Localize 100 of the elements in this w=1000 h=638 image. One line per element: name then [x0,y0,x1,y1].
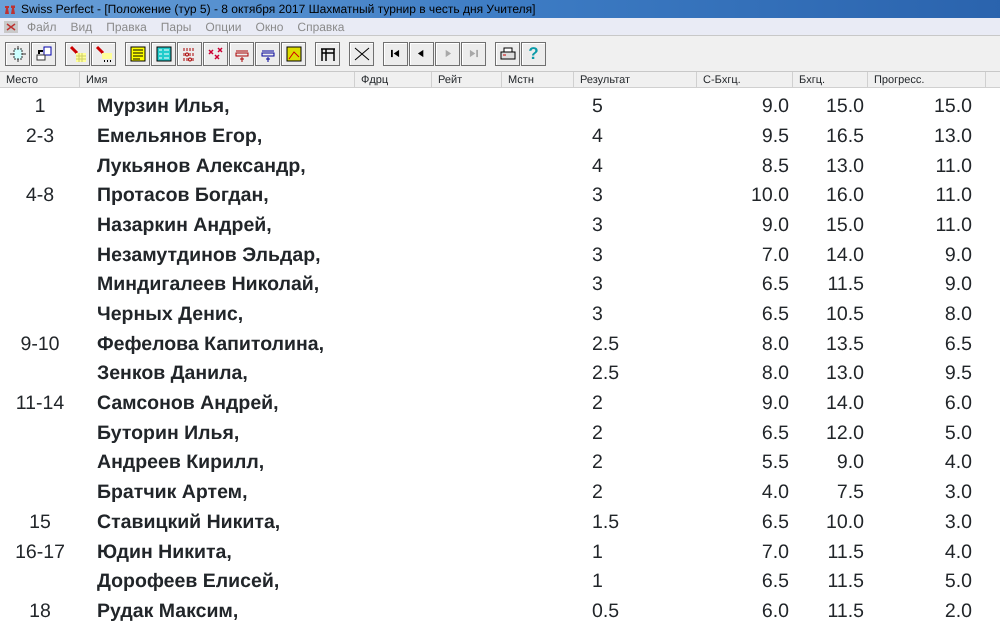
progress-cell: 11.0 [935,184,972,206]
sonneborn-berger-cell: 7.0 [762,540,789,563]
buchholz-cell: 13.0 [826,362,864,384]
place-cell: 9-10 [20,332,60,355]
sonneborn-berger-cell: 4.0 [762,481,789,504]
filter-more-button[interactable] [91,42,116,66]
list-button[interactable] [125,42,150,66]
result-cell: 1 [592,540,603,563]
buchholz-cell: 10.5 [826,303,864,326]
sonneborn-berger-cell: 6.5 [762,570,789,592]
result-cell: 2 [592,422,603,444]
sonneborn-berger-cell: 8.0 [762,332,789,355]
column-header[interactable]: Результат [574,72,697,88]
progress-cell: 5.0 [944,570,972,592]
chess-pieces-icon [3,3,17,15]
player-name: Фефелова Капитолина, [97,332,324,355]
progress-cell: 11.0 [935,154,972,177]
buchholz-cell: 14.0 [826,392,864,414]
column-header[interactable]: Фдрц [355,72,432,88]
player-name: Мурзин Илья, [97,95,230,118]
table-button[interactable] [151,42,176,66]
list-icon [128,44,146,62]
buchholz-cell: 11.5 [827,540,864,563]
buchholz-cell: 10.0 [826,510,864,533]
scatter-dots-icon [206,44,224,62]
place-cell: 15 [29,510,51,533]
progress-cell: 6.5 [944,332,972,355]
progress-cell: 9.5 [944,362,972,384]
new-page-button[interactable] [5,42,30,66]
column-header[interactable]: Бхгц. [793,72,868,88]
chart-button[interactable] [281,42,306,66]
result-cell: 2.5 [592,332,620,355]
sonneborn-berger-cell: 6.5 [762,510,789,533]
progress-cell: 8.0 [944,303,972,326]
progress-cell: 6.0 [944,392,972,414]
progress-cell: 2.0 [944,600,972,622]
column-header[interactable]: Мстн [502,72,574,88]
chart-icon [284,44,302,62]
sonneborn-berger-cell: 10.0 [751,184,789,206]
crossed-lines-button[interactable] [349,42,374,66]
binary-grid-button[interactable] [177,42,202,66]
filter-button[interactable] [65,42,90,66]
sonneborn-berger-cell: 7.0 [762,244,789,266]
table-icon [154,44,172,62]
result-cell: 3 [592,303,603,326]
player-name: Лукьянов Александр, [97,154,306,177]
sonneborn-berger-cell: 8.0 [762,362,789,384]
buchholz-cell: 13.5 [826,332,864,355]
sonneborn-berger-cell: 9.0 [762,214,789,236]
progress-cell: 9.0 [944,273,972,296]
printer-button[interactable] [495,42,520,66]
number-add-button[interactable] [229,42,254,66]
filter-more-icon [94,44,112,62]
progress-cell: 5.0 [944,422,972,444]
previous-icon [417,49,426,58]
sonneborn-berger-cell: 6.5 [762,422,789,444]
buchholz-cell: 15.0 [826,214,864,236]
sonneborn-berger-cell: 9.0 [762,392,789,414]
buchholz-cell: 9.0 [836,451,864,474]
player-name: Незамутдинов Эльдар, [97,244,321,266]
column-header[interactable]: Рейт [432,72,502,88]
sonneborn-berger-cell: 6.5 [762,273,789,296]
last-icon [469,49,478,58]
player-name: Рудак Максим, [97,600,238,622]
player-name: Зенков Данила, [97,362,248,384]
player-name: Юдин Никита, [97,540,232,563]
export-button[interactable] [31,42,56,66]
column-header[interactable]: Прогресс. [868,72,986,88]
column-header[interactable]: Имя [80,72,355,88]
progress-cell: 13.0 [934,124,972,147]
result-cell: 3 [592,244,603,266]
progress-cell: 9.0 [944,244,972,266]
scatter-dots-button[interactable] [203,42,228,66]
place-cell: 18 [29,600,51,622]
sonneborn-berger-cell: 5.5 [762,451,789,474]
first-icon [391,49,400,58]
previous-button[interactable] [409,42,434,66]
buchholz-cell: 11.5 [827,600,864,622]
new-page-icon [8,44,26,62]
printer-icon [498,44,516,62]
progress-cell: 4.0 [944,451,972,474]
result-cell: 2.5 [592,362,620,384]
player-name: Братчик Артем, [97,481,248,504]
result-cell: 0.5 [592,600,620,622]
number-insert-button[interactable] [255,42,280,66]
player-name: Буторин Илья, [97,422,240,444]
player-name: Черных Денис, [97,303,244,326]
buchholz-cell: 16.0 [826,184,864,206]
progress-cell: 3.0 [944,510,972,533]
result-cell: 2 [592,451,603,474]
sonneborn-berger-cell: 9.5 [762,124,789,147]
next-icon [443,49,452,58]
place-cell: 16-17 [15,540,65,563]
window-title: Swiss Perfect - [Положение (тур 5) - 8 октября 2017 Шахматный турнир в честь дня Учителя] [21,1,536,18]
column-header[interactable]: Место [0,72,80,88]
first-button[interactable] [383,42,408,66]
export-icon [34,44,52,62]
buchholz-cell: 11.5 [827,570,864,592]
buchholz-cell: 11.5 [827,273,864,296]
column-header[interactable]: С-Бхгц. [697,72,793,88]
